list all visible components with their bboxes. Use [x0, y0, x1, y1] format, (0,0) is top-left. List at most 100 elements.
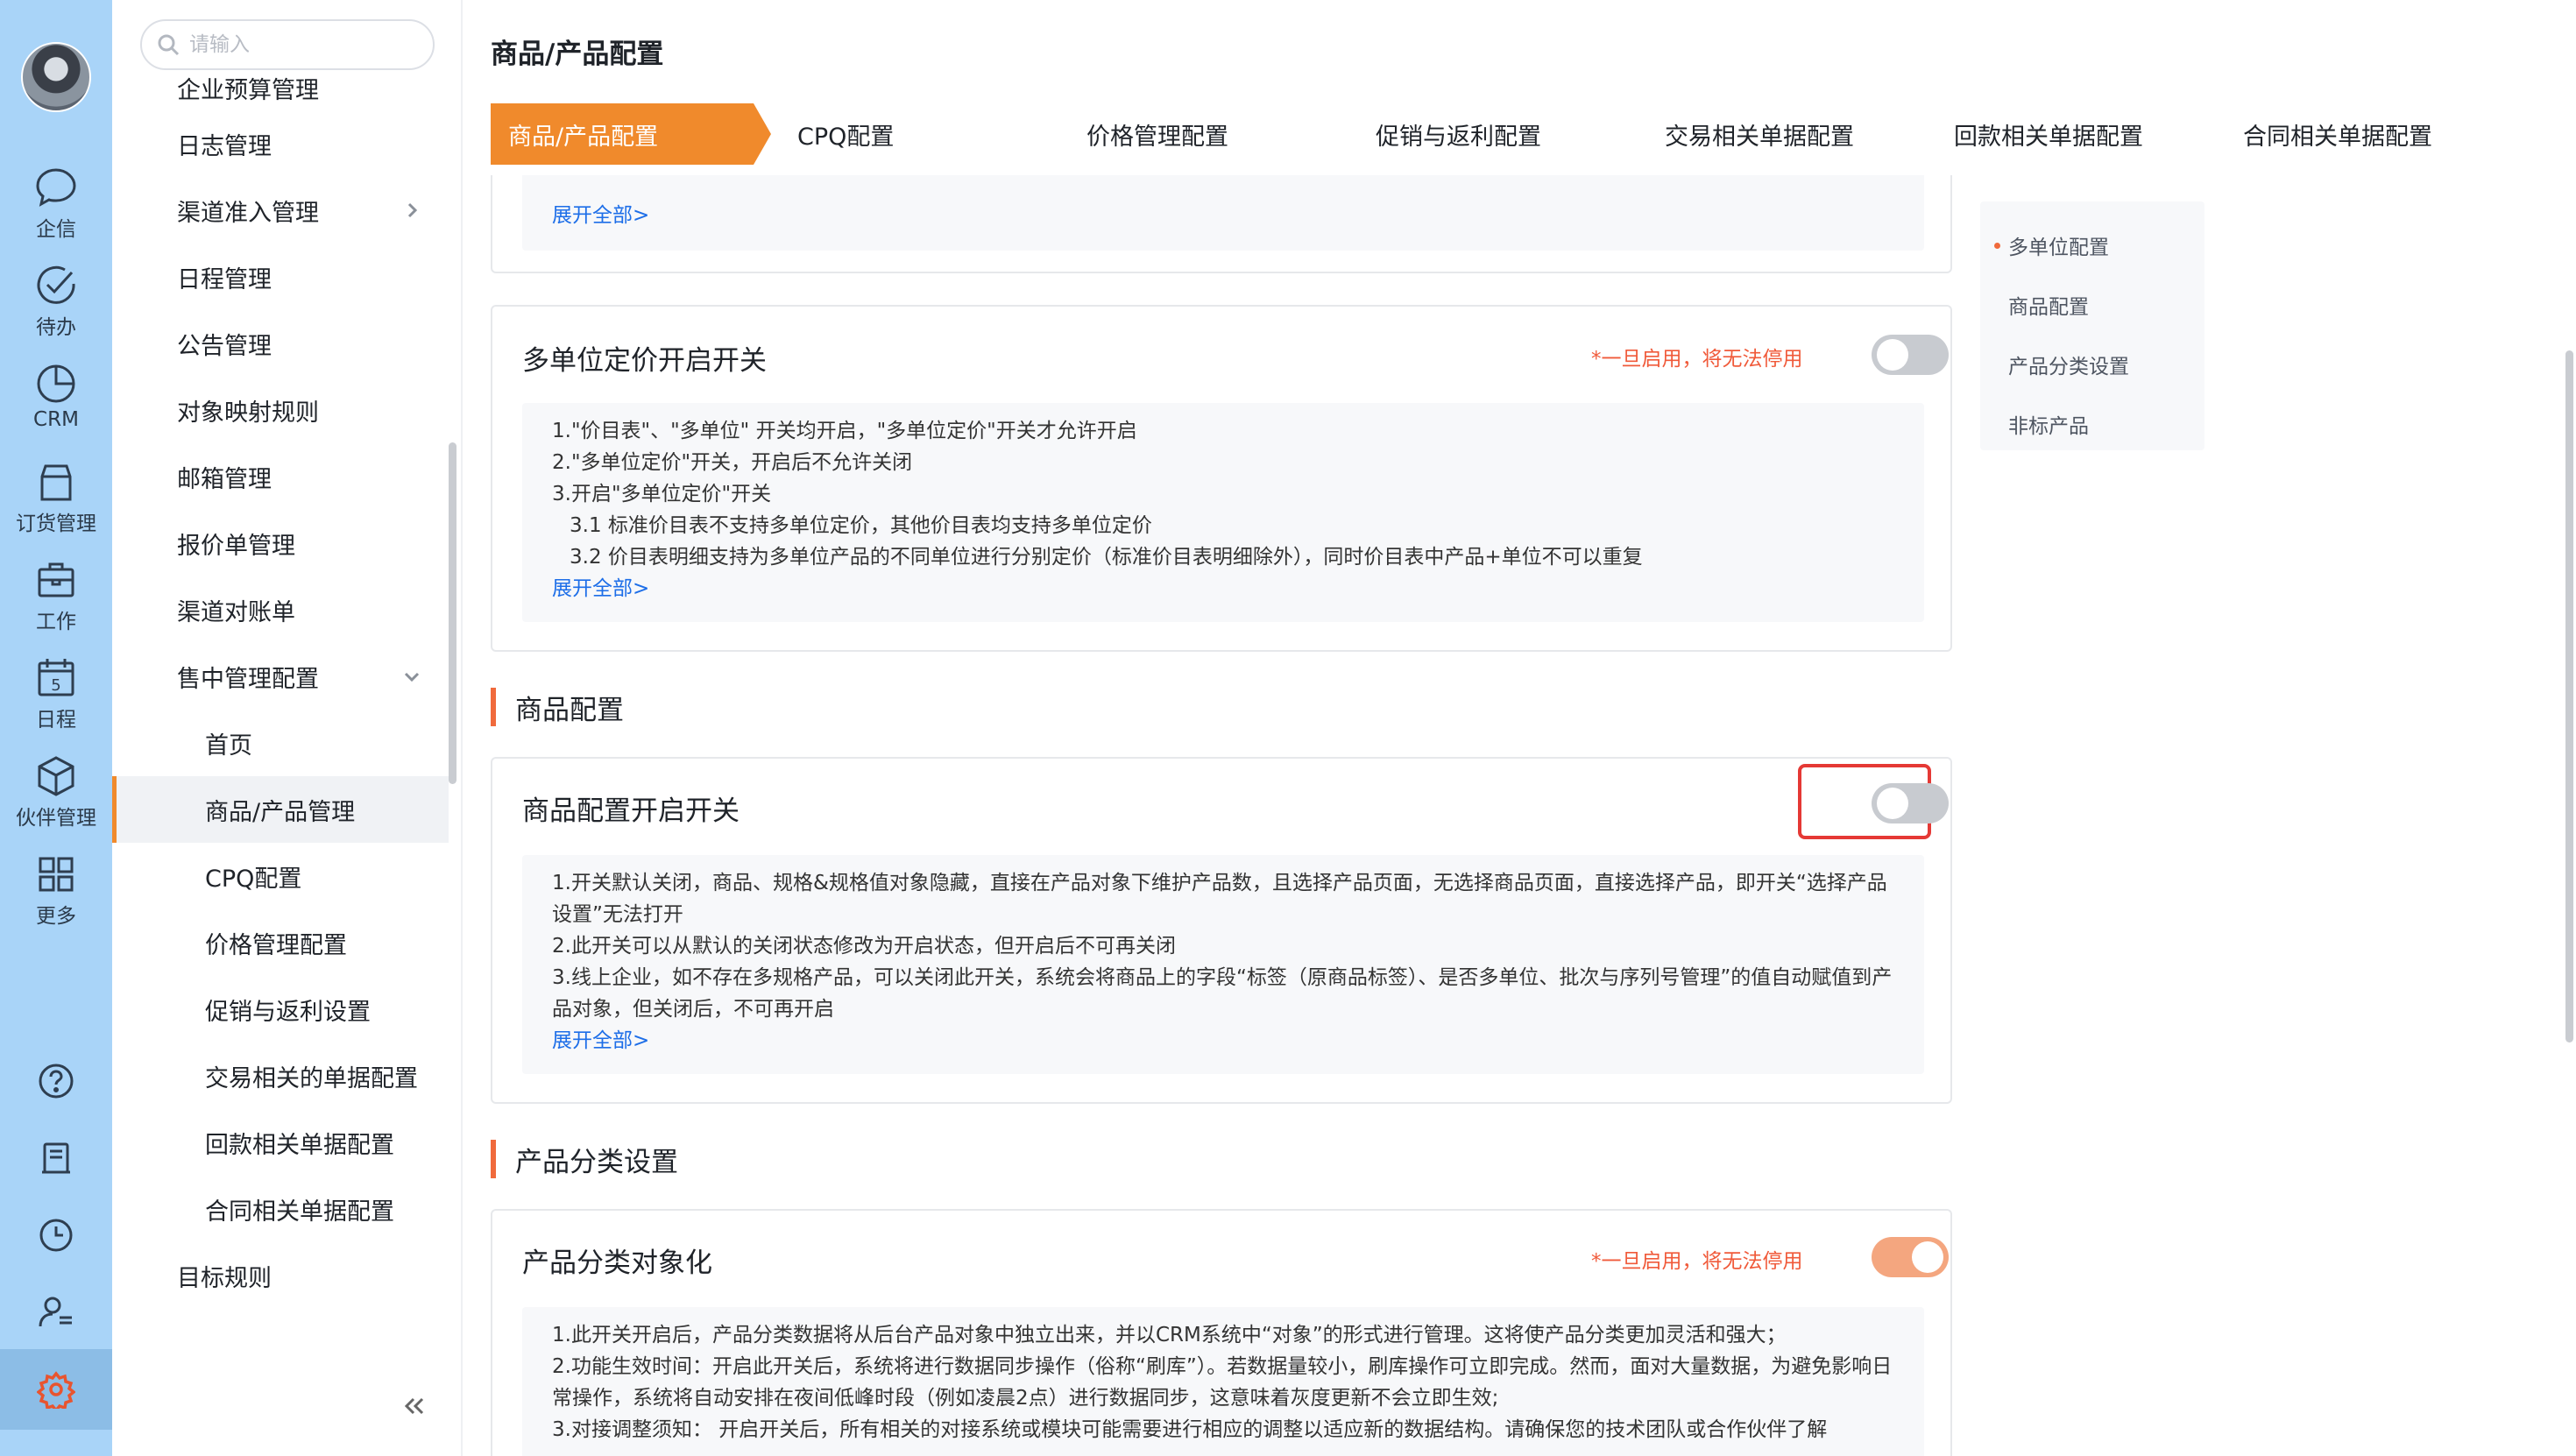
rail-settings[interactable] [0, 1349, 112, 1430]
rail-label: 更多 [36, 905, 76, 928]
card-title: 多单位定价开启开关 [522, 345, 767, 377]
secondary-menu: 企业预算管理 日志管理 渠道准入管理 日程管理 公告管理 对象映射规则 邮箱管理… [112, 0, 463, 1456]
tab-label: 促销与返利配置 [1376, 123, 1541, 151]
rail-item-crm[interactable]: CRM [0, 361, 112, 452]
menu-item-label: 日程管理 [177, 265, 272, 293]
expand-all-link[interactable]: 展开全部> [552, 1025, 1894, 1057]
rail-notebook[interactable] [0, 1127, 112, 1190]
tab-transaction[interactable]: 交易相关单据配置 [1647, 103, 1936, 165]
menu-item-schedule[interactable]: 日程管理 [112, 244, 449, 310]
rail-label: 日程 [36, 709, 76, 732]
menu-item-target-rules[interactable]: 目标规则 [112, 1242, 449, 1309]
menu-item-label: 价格管理配置 [205, 931, 347, 959]
toggle-knob [1912, 1241, 1943, 1273]
tab-label: 交易相关单据配置 [1665, 123, 1854, 151]
menu-item-mailbox[interactable]: 邮箱管理 [112, 443, 449, 510]
section-accent-bar [491, 1140, 496, 1178]
rail-label: 待办 [36, 316, 76, 339]
avatar[interactable] [21, 42, 91, 112]
desc-line: 2.功能生效时间：开启此开关后，系统将进行数据同步操作（俗称“刷库”）。若数据量… [552, 1355, 1893, 1410]
menu-item-product-management[interactable]: 商品/产品管理 [112, 776, 449, 843]
tab-contract[interactable]: 合同相关单据配置 [2226, 103, 2515, 165]
section-title: 产品分类设置 [515, 1146, 678, 1178]
product-config-card: 商品配置开启开关 1.开关默认关闭，商品、规格&规格值对象隐藏，直接在产品对象下… [491, 757, 1952, 1104]
chevron-down-icon [401, 666, 422, 687]
rail-label: 订货管理 [16, 512, 96, 535]
user-settings-icon [39, 1297, 72, 1327]
tab-price[interactable]: 价格管理配置 [1069, 103, 1358, 165]
tab-promotion[interactable]: 促销与返利配置 [1358, 103, 1647, 165]
cube-icon [38, 756, 74, 796]
menu-item-label: 商品/产品管理 [205, 798, 356, 826]
menu-item-price-config[interactable]: 价格管理配置 [112, 909, 449, 976]
calendar-day: 5 [51, 676, 60, 695]
previous-desc: 展开全部> [522, 175, 1924, 251]
menu-item-notice[interactable]: 公告管理 [112, 310, 449, 377]
chevron-right-icon [401, 200, 422, 221]
menu-item-home[interactable]: 首页 [112, 710, 449, 776]
section-title: 商品配置 [515, 694, 624, 726]
collapse-menu-button[interactable] [401, 1393, 431, 1423]
desc-line: 2."多单位定价"开关，开启后不允许关闭 [552, 451, 913, 474]
product-config-toggle[interactable] [1872, 783, 1949, 823]
menu-item-promotion[interactable]: 促销与返利设置 [112, 976, 449, 1043]
gear-icon [37, 1371, 75, 1409]
rail-help[interactable] [0, 1050, 112, 1113]
menu-item-channel-access[interactable]: 渠道准入管理 [112, 177, 449, 244]
tab-label: 商品/产品配置 [508, 123, 659, 151]
warning-text: *一旦启用，将无法停用 [1591, 1250, 1803, 1273]
menu-item-label: CPQ配置 [205, 865, 302, 893]
rail-item-more[interactable]: 更多 [0, 852, 112, 943]
anchor-item-product[interactable]: 商品配置 [1980, 275, 2204, 335]
menu-item-label: 渠道对账单 [177, 598, 295, 626]
main-scrollbar[interactable] [2565, 350, 2573, 1043]
desc-line: 3.2 价目表明细支持为多单位产品的不同单位进行分别定价（标准价目表明细除外），… [570, 546, 1643, 569]
warning-text: *一旦启用，将无法停用 [1591, 348, 1803, 371]
menu-item-quote[interactable]: 报价单管理 [112, 510, 449, 576]
rail-user-settings[interactable] [0, 1281, 112, 1344]
menu-item-label: 目标规则 [177, 1264, 272, 1292]
tab-cpq[interactable]: CPQ配置 [780, 103, 1069, 165]
tab-payment[interactable]: 回款相关单据配置 [1936, 103, 2226, 165]
category-toggle[interactable] [1872, 1237, 1949, 1277]
category-desc: 1.此开关开启后，产品分类数据将从后台产品对象中独立出来，并以CRM系统中“对象… [522, 1307, 1924, 1456]
toggle-knob [1877, 788, 1908, 819]
expand-all-link[interactable]: 展开全部> [552, 573, 1894, 604]
rail-item-calendar[interactable]: 5 日程 [0, 655, 112, 746]
anchor-item-nonstandard[interactable]: 非标产品 [1980, 394, 2204, 454]
desc-line: 3.1 标准价目表不支持多单位定价，其他价目表均支持多单位定价 [570, 514, 1152, 537]
rail-item-order[interactable]: 订货管理 [0, 459, 112, 550]
menu-item-contract-docs[interactable]: 合同相关单据配置 [112, 1176, 449, 1242]
menu-item-budget[interactable]: 企业预算管理 [112, 61, 449, 110]
rail-item-chat[interactable]: 企信 [0, 165, 112, 256]
menu-item-label: 交易相关的单据配置 [205, 1064, 418, 1092]
menu-scrollbar[interactable] [449, 442, 456, 784]
search-input[interactable] [189, 33, 417, 56]
rail-clock[interactable] [0, 1204, 112, 1267]
double-chevron-left-icon [404, 1397, 424, 1415]
multi-unit-desc: 1."价目表"、"多单位" 开关均开启，"多单位定价"开关才允许开启 2."多单… [522, 403, 1924, 622]
anchor-label: 产品分类设置 [2008, 356, 2129, 378]
expand-all-link[interactable]: 展开全部> [552, 200, 1894, 231]
menu-item-transaction-docs[interactable]: 交易相关的单据配置 [112, 1043, 449, 1109]
menu-item-object-mapping[interactable]: 对象映射规则 [112, 377, 449, 443]
menu-item-payment-docs[interactable]: 回款相关单据配置 [112, 1109, 449, 1176]
menu-item-cpq[interactable]: CPQ配置 [112, 843, 449, 909]
desc-line: 2.此开关可以从默认的关闭状态修改为开启状态，但开启后不可再关闭 [552, 935, 1176, 958]
anchor-nav: 多单位配置 商品配置 产品分类设置 非标产品 [1980, 201, 2204, 450]
help-icon [39, 1064, 74, 1099]
menu-item-channel-statement[interactable]: 渠道对账单 [112, 576, 449, 643]
menu-item-label: 报价单管理 [177, 532, 295, 560]
menu-item-sales-config[interactable]: 售中管理配置 [112, 643, 449, 710]
anchor-label: 多单位配置 [2008, 237, 2109, 259]
menu-item-log[interactable]: 日志管理 [112, 110, 449, 177]
rail-item-todo[interactable]: 待办 [0, 263, 112, 354]
anchor-item-category[interactable]: 产品分类设置 [1980, 335, 2204, 394]
tab-product-config[interactable]: 商品/产品配置 [491, 103, 780, 165]
multi-unit-toggle[interactable] [1872, 335, 1949, 375]
menu-item-label: 合同相关单据配置 [205, 1198, 394, 1226]
rail-item-work[interactable]: 工作 [0, 557, 112, 648]
rail-item-partner[interactable]: 伙伴管理 [0, 753, 112, 845]
desc-line: 1.开关默认关闭，商品、规格&规格值对象隐藏，直接在产品对象下维护产品数，且选择… [552, 872, 1887, 926]
anchor-item-multi-unit[interactable]: 多单位配置 [1980, 216, 2204, 275]
